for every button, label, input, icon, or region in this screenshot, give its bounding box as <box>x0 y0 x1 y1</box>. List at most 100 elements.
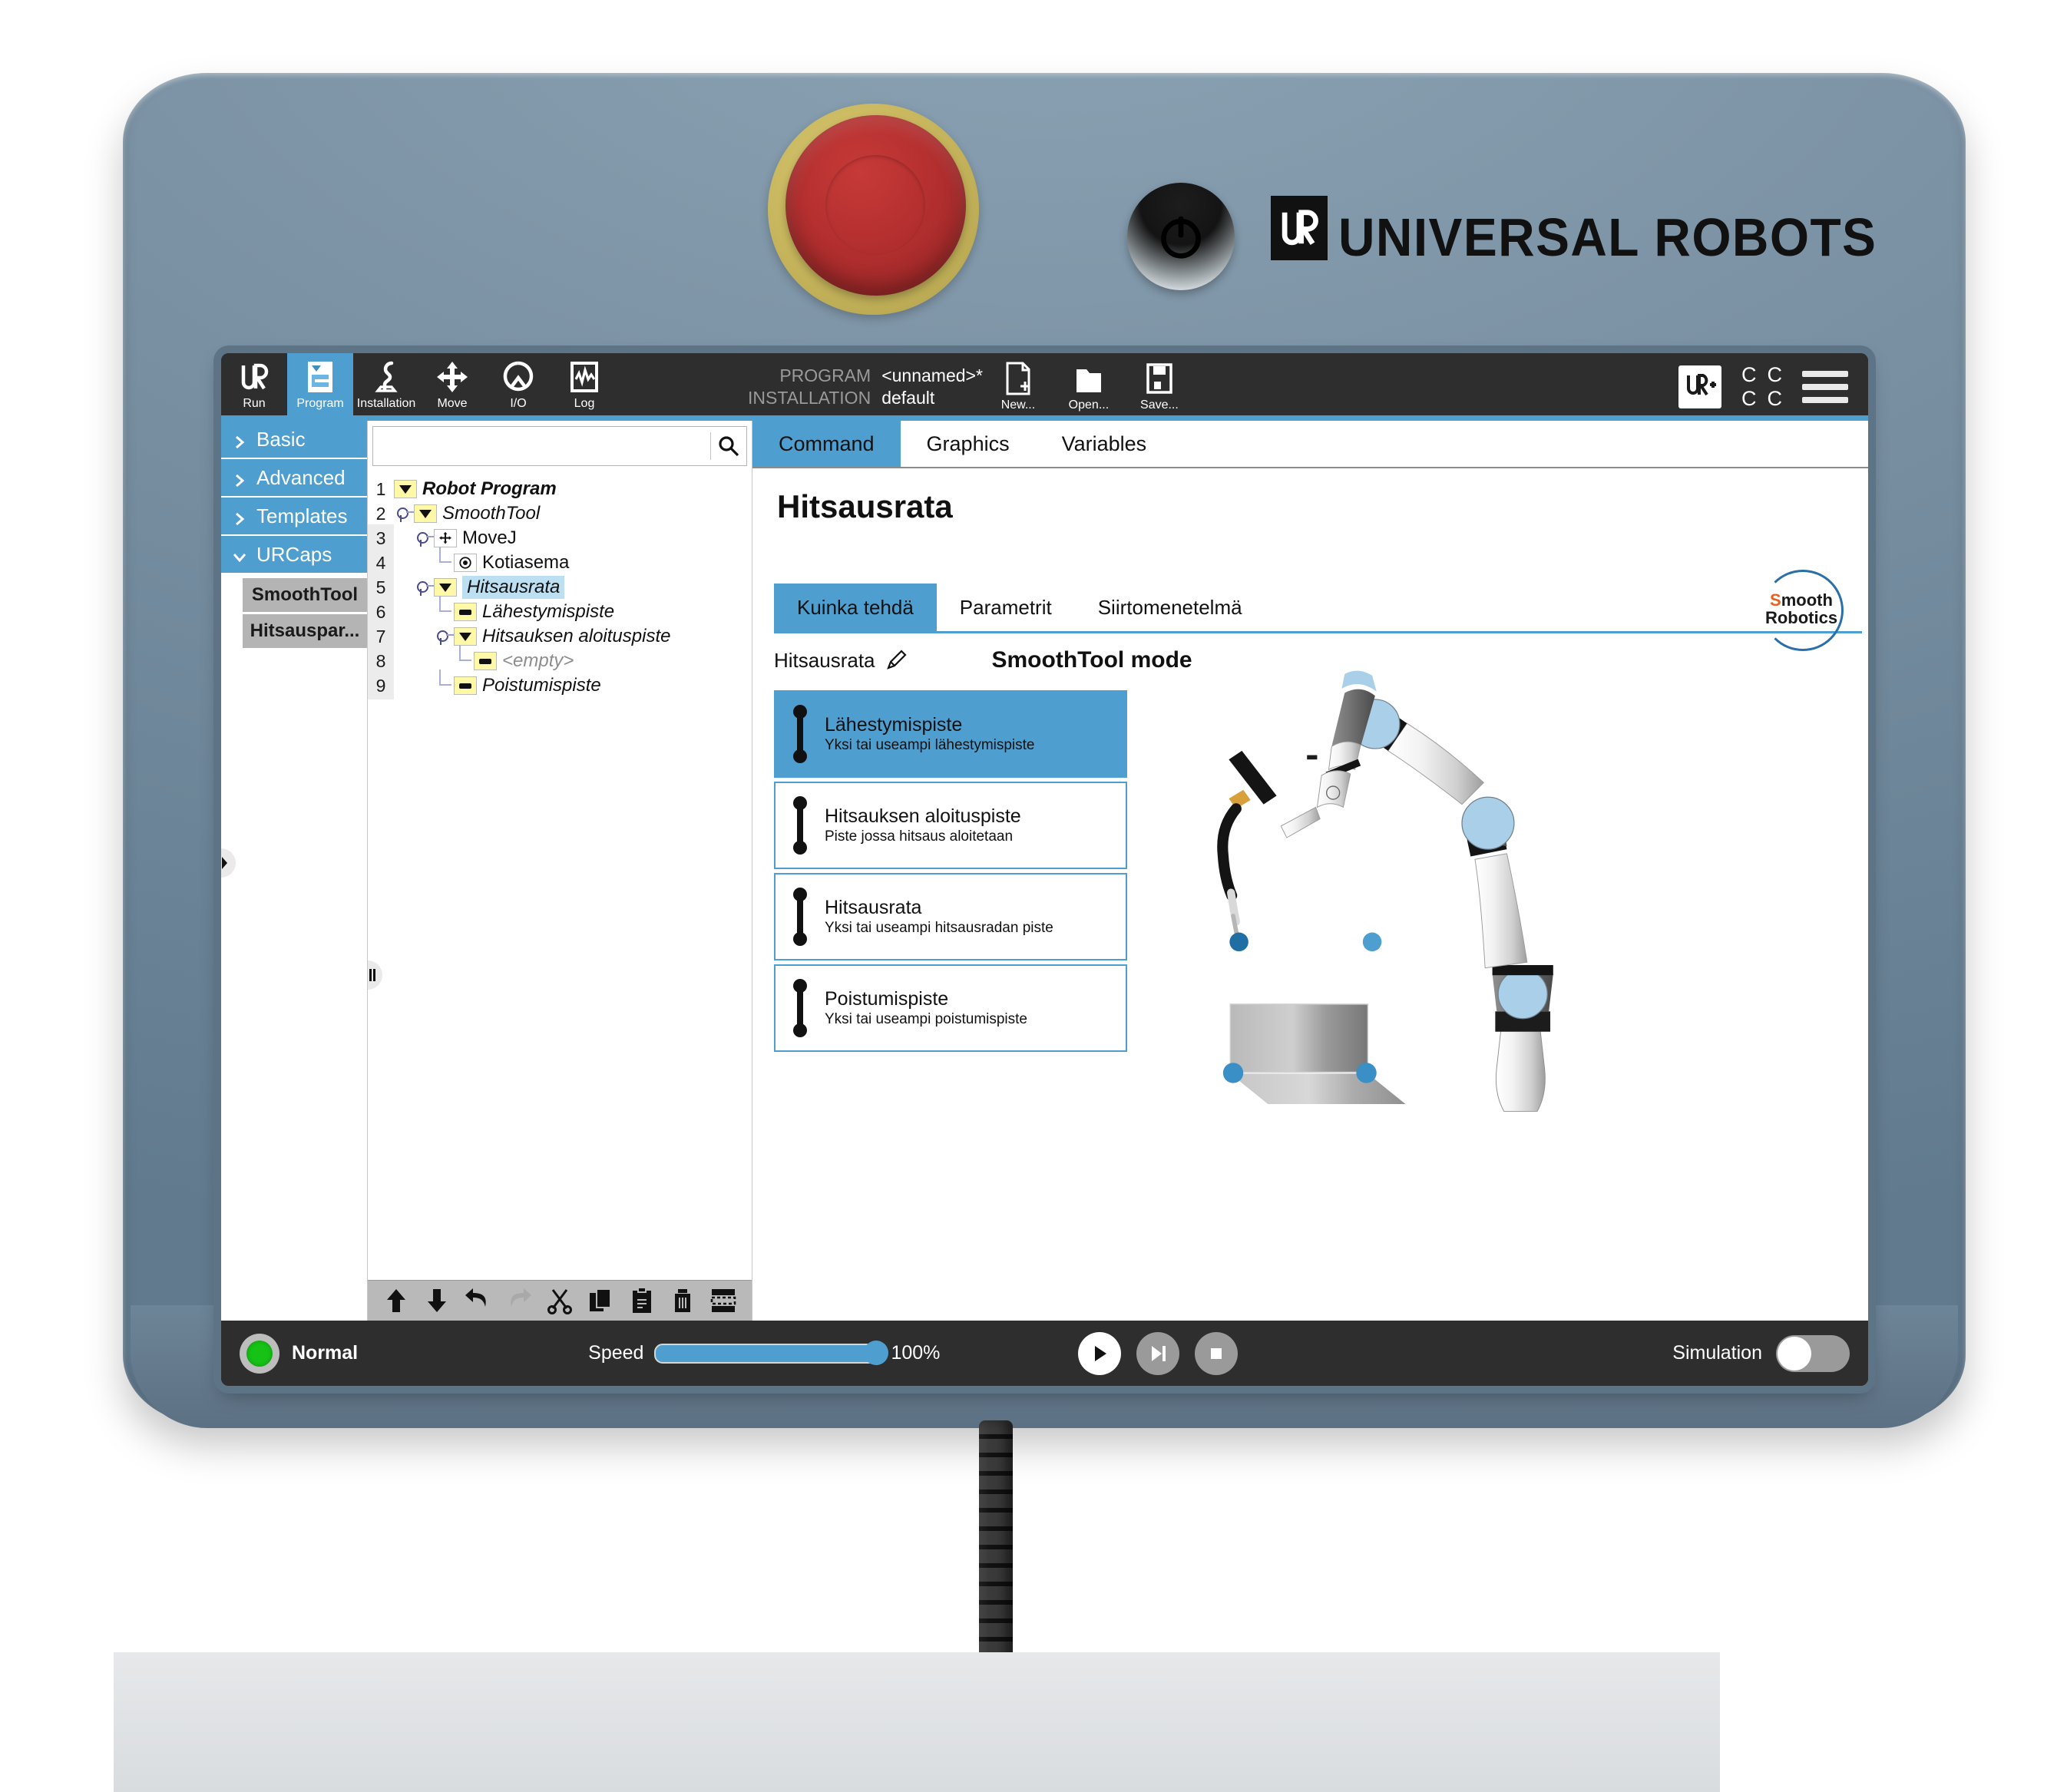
save-file-button[interactable]: Save... <box>1124 353 1195 421</box>
header-tab-program[interactable]: Program <box>287 353 353 421</box>
movej-icon <box>434 529 457 547</box>
tree-node-label: MoveJ <box>462 527 517 548</box>
ur-plus-icon[interactable] <box>1678 365 1721 408</box>
speed-label: Speed <box>588 1342 644 1364</box>
copy-icon[interactable] <box>584 1285 617 1316</box>
new-file-icon <box>1006 362 1030 395</box>
pencil-icon[interactable] <box>885 649 908 672</box>
search-input[interactable] <box>373 435 710 457</box>
sidebar-item-hitsauspar[interactable]: Hitsauspar... <box>243 614 367 648</box>
waypoint-card-lahestymispiste[interactable]: Lähestymispiste Yksi tai useampi lähesty… <box>774 690 1127 778</box>
new-file-button[interactable]: New... <box>983 353 1053 421</box>
robot-status[interactable]: Normal <box>240 1333 358 1374</box>
chevron-right-icon <box>232 431 247 449</box>
program-tree: 1 Robot Program 2 SmoothTool 3 MoveJ 4 K… <box>368 469 752 1280</box>
tree-node-label-selected: Hitsausrata <box>462 576 565 599</box>
collapse-left-handle[interactable] <box>368 960 382 990</box>
tab-command-label: Command <box>779 431 875 455</box>
installation-value: default <box>881 388 935 408</box>
header-tab-io-label: I/O <box>510 397 527 410</box>
search-box[interactable] <box>372 426 747 466</box>
tab-siirtomenetelma[interactable]: Siirtomenetelmä <box>1075 584 1265 631</box>
speed-slider-knob[interactable] <box>864 1340 889 1365</box>
sidebar-item-urcaps[interactable]: URCaps <box>221 536 367 574</box>
tree-connector <box>454 645 474 670</box>
waypoint-card-poistumispiste[interactable]: Poistumispiste Yksi tai useampi poistumi… <box>774 964 1127 1052</box>
header-tab-installation[interactable]: Installation <box>353 353 419 421</box>
simulation-toggle-knob <box>1778 1336 1811 1370</box>
waypoint-card-hitsausrata[interactable]: Hitsausrata Yksi tai useampi hitsausrada… <box>774 873 1127 960</box>
table-row[interactable]: 7 Hitsauksen aloituspiste <box>368 624 752 649</box>
header-tab-run[interactable]: Run <box>221 353 287 421</box>
row-number: 2 <box>375 503 386 524</box>
open-file-button[interactable]: Open... <box>1053 353 1124 421</box>
tree-node-label: Poistumispiste <box>482 675 601 696</box>
sidebar-item-templates[interactable]: Templates <box>221 498 367 536</box>
table-row[interactable]: 6 Lähestymispiste <box>368 596 752 624</box>
waypoint-segment-icon <box>776 795 825 855</box>
sidebar-item-advanced-label: Advanced <box>256 465 346 489</box>
redo-icon[interactable] <box>502 1285 536 1316</box>
power-button[interactable] <box>1127 183 1235 290</box>
table-row[interactable]: 3 MoveJ <box>368 526 752 550</box>
smooth-robotics-logo: Smooth Robotics <box>1756 570 1847 651</box>
program-label: PROGRAM <box>779 365 871 385</box>
header-tab-log[interactable]: Log <box>551 353 617 421</box>
command-sidebar: Basic Advanced Templates URCaps SmoothTo… <box>221 421 368 1321</box>
undo-icon[interactable] <box>461 1285 494 1316</box>
step-button[interactable] <box>1136 1331 1180 1375</box>
move-arrows-icon <box>433 358 471 396</box>
app-header: Run Program Installation Move I/O Log PR… <box>221 353 1868 421</box>
waypoint-card-desc: Yksi tai useampi lähestymispiste <box>825 737 1035 753</box>
row-number: 3 <box>375 527 386 548</box>
sidebar-item-basic[interactable]: Basic <box>221 421 367 459</box>
tab-command[interactable]: Command <box>752 421 901 467</box>
tab-parametrit[interactable]: Parametrit <box>937 584 1075 631</box>
header-tab-io[interactable]: I/O <box>485 353 551 421</box>
cut-icon[interactable] <box>543 1285 577 1316</box>
table-row[interactable]: 4 Kotiasema <box>368 547 752 575</box>
paste-icon[interactable] <box>625 1285 659 1316</box>
table-row[interactable]: 5 Hitsausrata <box>368 575 752 600</box>
waypoint-card-hitsauksen-aloituspiste[interactable]: Hitsauksen aloituspiste Piste jossa hits… <box>774 782 1127 869</box>
move-down-icon[interactable] <box>420 1285 454 1316</box>
tab-variables[interactable]: Variables <box>1036 421 1173 467</box>
program-tree-icon <box>301 358 339 396</box>
sidebar-item-smoothtool[interactable]: SmoothTool <box>243 578 367 612</box>
search-icon[interactable] <box>711 435 746 458</box>
collapse-triangle-icon[interactable] <box>394 480 417 498</box>
table-row[interactable]: 2 SmoothTool <box>368 501 752 526</box>
suppress-icon[interactable] <box>706 1285 740 1316</box>
emergency-stop-button[interactable] <box>785 115 966 296</box>
speed-percent: 100% <box>891 1342 941 1364</box>
collapse-triangle-icon[interactable] <box>434 578 457 597</box>
tab-siirtomenetelma-label: Siirtomenetelmä <box>1097 595 1242 619</box>
header-tab-installation-label: Installation <box>356 397 416 410</box>
table-row[interactable]: 9 Poistumispiste <box>368 670 752 698</box>
sidebar-item-advanced[interactable]: Advanced <box>221 459 367 498</box>
io-loop-icon <box>499 358 537 396</box>
tree-node-label: Kotiasema <box>482 552 570 573</box>
delete-icon[interactable] <box>666 1285 699 1316</box>
collapse-triangle-icon[interactable] <box>414 504 437 523</box>
dash-node-icon <box>454 603 477 621</box>
page-title: Hitsausrata <box>777 488 953 524</box>
header-tab-move[interactable]: Move <box>419 353 485 421</box>
speed-slider[interactable] <box>654 1340 889 1365</box>
robot-arm-icon <box>367 358 405 396</box>
move-up-icon[interactable] <box>379 1285 413 1316</box>
waypoint-segment-icon <box>776 978 825 1038</box>
table-row[interactable]: 8 <empty> <box>368 645 752 673</box>
tab-kuinka-tehda[interactable]: Kuinka tehdä <box>774 584 937 631</box>
pendant-screen: Run Program Installation Move I/O Log PR… <box>221 353 1868 1386</box>
ur-wordmark: UNIVERSAL ROBOTS <box>1338 207 1877 267</box>
program-edit-toolbar <box>368 1280 752 1321</box>
smooth-logo-rest: mooth <box>1781 590 1833 610</box>
collapse-triangle-icon[interactable] <box>454 627 477 646</box>
hamburger-menu-icon[interactable] <box>1802 371 1848 403</box>
stop-button[interactable] <box>1195 1331 1239 1375</box>
simulation-toggle[interactable] <box>1776 1334 1850 1372</box>
table-row[interactable]: 1 Robot Program <box>368 477 752 501</box>
play-button[interactable] <box>1078 1331 1122 1375</box>
tab-graphics[interactable]: Graphics <box>901 421 1036 467</box>
